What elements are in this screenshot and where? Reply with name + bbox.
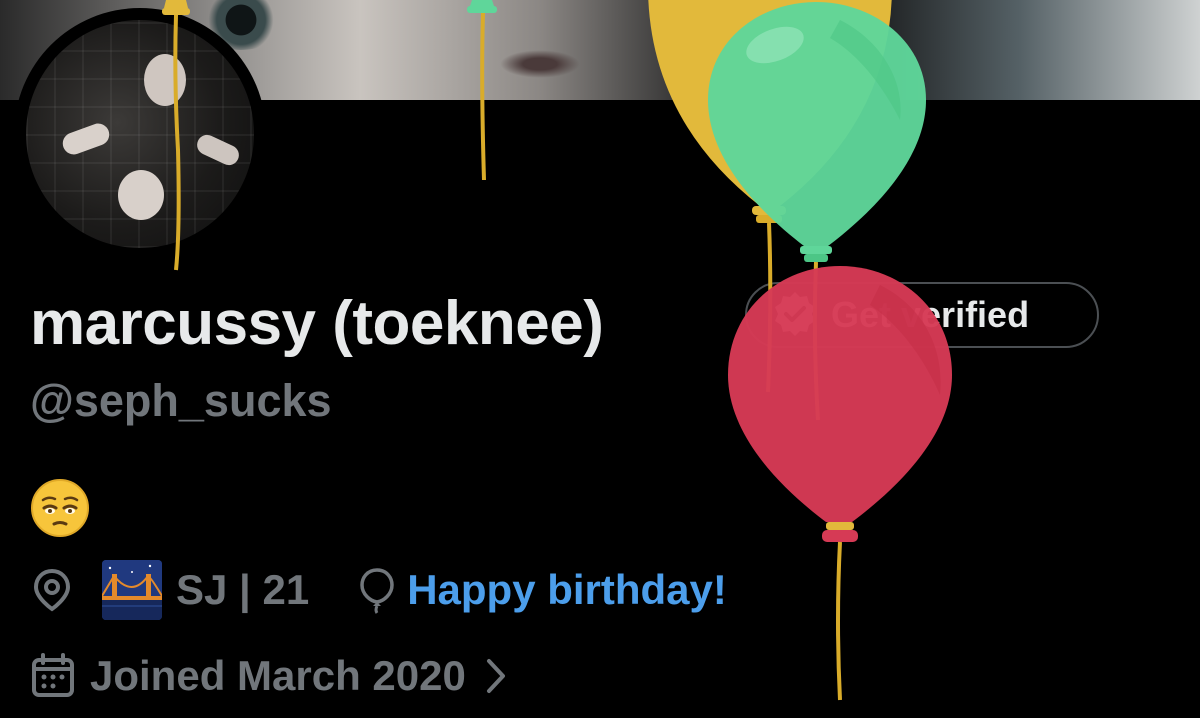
joined-row[interactable]: Joined March 2020 — [30, 648, 508, 704]
get-verified-button[interactable]: Get verified — [745, 282, 1099, 348]
map-pin-icon — [30, 567, 74, 613]
pleading-face-emoji — [31, 479, 89, 537]
get-verified-label: Get verified — [831, 294, 1030, 335]
joined-date-text: Joined March 2020 — [90, 652, 466, 699]
avatar[interactable] — [14, 8, 266, 260]
balloon-icon — [357, 566, 397, 614]
display-name: marcussy (toeknee) — [30, 289, 604, 358]
calendar-icon — [30, 653, 76, 699]
chevron-right-icon — [484, 656, 508, 696]
birthday-link[interactable]: Happy birthday! — [407, 566, 727, 614]
bridge-at-night-emoji — [102, 560, 162, 620]
banner-lips — [500, 50, 580, 78]
avatar-image — [26, 20, 254, 248]
username-handle: @seph_sucks — [30, 375, 332, 426]
location-text: SJ | 21 — [176, 566, 310, 613]
profile-meta-row: SJ | 21 Happy birthday! — [30, 560, 727, 620]
verified-check-icon — [769, 289, 821, 341]
bio-emoji — [30, 478, 90, 538]
